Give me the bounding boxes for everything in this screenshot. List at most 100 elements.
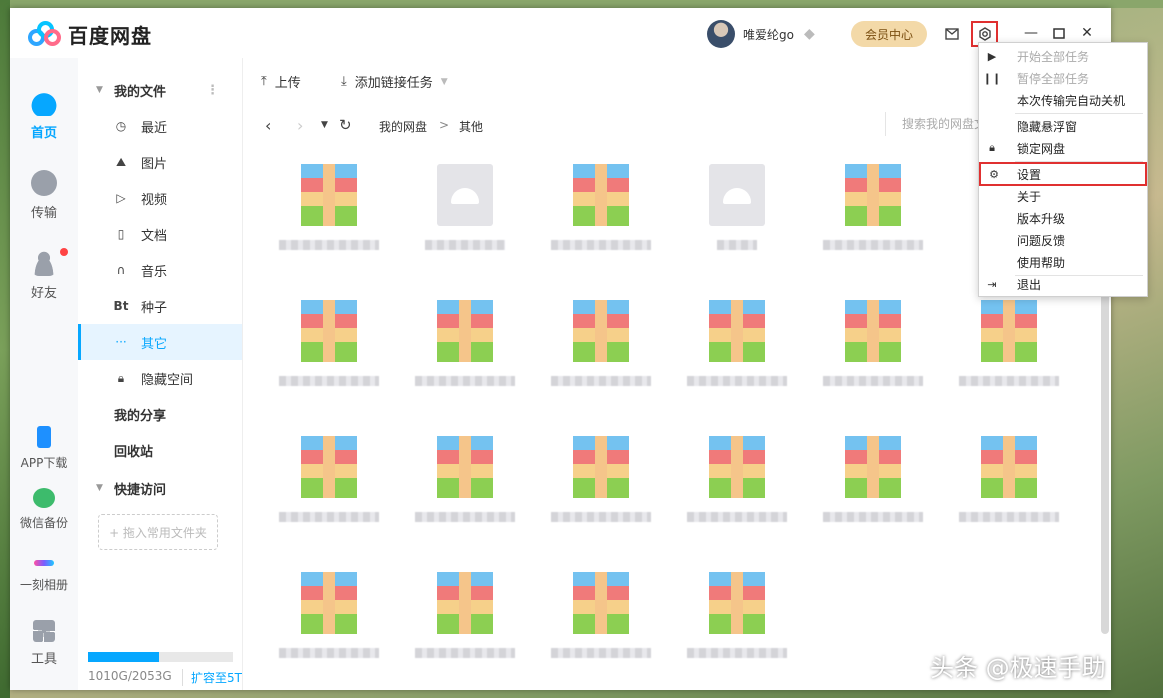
file-item[interactable] — [405, 300, 525, 420]
file-item[interactable] — [541, 164, 661, 284]
file-item[interactable] — [677, 300, 797, 420]
rail-item-album[interactable]: 一刻相册 — [10, 552, 78, 593]
sidebar-my-files[interactable]: ▼ 我的文件 ⋮ — [78, 72, 242, 108]
archive-file-icon — [573, 572, 629, 634]
storage-quota-text: 1010G/2053G — [88, 669, 172, 683]
minimize-button[interactable]: — — [1020, 22, 1042, 44]
wechat-icon — [33, 488, 55, 508]
chevron-down-icon[interactable]: ▼ — [441, 77, 448, 87]
menu-item-upgrade[interactable]: 版本升级 — [979, 207, 1147, 229]
breadcrumb-current: 其他 — [459, 120, 484, 134]
vip-center-button[interactable]: 会员中心 — [851, 21, 927, 47]
maximize-button[interactable] — [1048, 22, 1070, 44]
file-name-blurred — [551, 240, 651, 250]
file-item[interactable] — [677, 164, 797, 284]
menu-item-feedback[interactable]: 问题反馈 — [979, 229, 1147, 251]
rail-item-wechat-backup[interactable]: 微信备份 — [10, 488, 78, 531]
file-name-blurred — [279, 648, 379, 658]
archive-file-icon — [981, 436, 1037, 498]
archive-file-icon — [301, 572, 357, 634]
left-rail: 首页 传输 好友 APP下载 微信备份 一刻相册 工具 — [10, 58, 78, 690]
file-item[interactable] — [405, 436, 525, 556]
file-item[interactable] — [405, 164, 525, 284]
file-item[interactable] — [541, 300, 661, 420]
file-name-blurred — [415, 376, 515, 386]
menu-item-auto-shutdown[interactable]: 本次传输完自动关机 — [979, 89, 1147, 111]
close-button[interactable]: ✕ — [1076, 22, 1098, 44]
sidebar-quick-access[interactable]: ▼ 快捷访问 — [78, 470, 242, 506]
user-profile[interactable]: 唯爱纶go ◆ — [707, 20, 815, 48]
sidebar-item-music[interactable]: ∩ 音乐 — [78, 252, 242, 288]
diamond-icon: ◆ — [803, 26, 815, 42]
more-icon[interactable]: ⋮ — [206, 83, 219, 98]
rail-item-app-download[interactable]: APP下载 — [10, 426, 78, 471]
phone-icon — [37, 426, 51, 448]
sidebar-recycle-bin[interactable]: 回收站 — [78, 432, 242, 468]
archive-file-icon — [573, 164, 629, 226]
menu-item-lock-netdisk[interactable]: 🔒︎ 锁定网盘 — [979, 137, 1147, 159]
sidebar-item-torrents[interactable]: Bt 种子 — [78, 288, 242, 324]
baidu-netdisk-logo-icon — [28, 20, 62, 49]
file-item[interactable] — [269, 164, 389, 284]
refresh-icon[interactable]: ↻ — [339, 116, 352, 134]
add-common-folder-dropzone[interactable]: + 拖入常用文件夹 — [98, 514, 218, 550]
menu-item-about[interactable]: 关于 — [979, 185, 1147, 207]
back-arrow-icon[interactable]: ‹ — [265, 116, 271, 135]
file-item[interactable] — [541, 436, 661, 556]
storage-quota-bar — [88, 652, 233, 662]
sidebar-my-share[interactable]: 我的分享 — [78, 396, 242, 432]
rail-item-transfer[interactable]: 传输 — [10, 170, 78, 221]
title-bar: 百度网盘 唯爱纶go ◆ 会员中心 — ✕ — [10, 8, 1111, 58]
upload-button[interactable]: ⤒ 上传 — [261, 72, 301, 91]
app-logo: 百度网盘 — [28, 20, 152, 49]
sidebar-item-recent[interactable]: ◷ 最近 — [78, 108, 242, 144]
menu-item-help[interactable]: 使用帮助 — [979, 251, 1147, 273]
file-name-blurred — [551, 648, 651, 658]
avatar[interactable] — [707, 20, 735, 48]
file-item[interactable] — [813, 164, 933, 284]
headphones-icon: ∩ — [116, 263, 126, 277]
file-name-blurred — [415, 512, 515, 522]
file-name-blurred — [717, 240, 757, 250]
notification-dot — [60, 248, 68, 256]
file-item[interactable] — [269, 436, 389, 556]
file-item[interactable] — [541, 572, 661, 690]
sidebar-item-video[interactable]: ▷ 视频 — [78, 180, 242, 216]
file-item[interactable] — [813, 436, 933, 556]
sidebar-item-docs[interactable]: ▯ 文档 — [78, 216, 242, 252]
file-item[interactable] — [949, 436, 1069, 556]
gear-icon: ⚙ — [989, 167, 999, 181]
rail-item-friends[interactable]: 好友 — [10, 248, 78, 301]
sidebar-item-images[interactable]: ⛰ 图片 — [78, 144, 242, 180]
menu-item-start-all[interactable]: ▶ 开始全部任务 — [979, 45, 1147, 67]
file-name-blurred — [823, 376, 923, 386]
file-name-blurred — [823, 240, 923, 250]
history-dropdown-icon[interactable]: ▼ — [321, 120, 328, 130]
file-item[interactable] — [677, 572, 797, 690]
lock-icon: 🔒︎ — [989, 141, 995, 154]
file-name-blurred — [279, 240, 379, 250]
file-item[interactable] — [405, 572, 525, 690]
menu-item-pause-all[interactable]: ❙❙ 暂停全部任务 — [979, 67, 1147, 89]
rail-item-home[interactable]: 首页 — [10, 90, 78, 141]
sidebar-item-hidden-space[interactable]: 🔒︎ 隐藏空间 — [78, 360, 242, 396]
lock-icon: 🔒︎ — [117, 370, 125, 385]
file-item[interactable] — [949, 300, 1069, 420]
rail-item-tools[interactable]: 工具 — [10, 620, 78, 667]
file-name-blurred — [959, 512, 1059, 522]
menu-item-exit[interactable]: ⇥ 退出 — [979, 273, 1147, 295]
menu-item-hide-float-window[interactable]: 隐藏悬浮窗 — [979, 115, 1147, 137]
forward-arrow-icon[interactable]: › — [297, 116, 303, 135]
breadcrumb-root[interactable]: 我的网盘 — [379, 118, 427, 135]
file-item[interactable] — [269, 572, 389, 690]
mail-icon[interactable] — [941, 23, 963, 45]
file-item[interactable] — [269, 300, 389, 420]
sidebar-item-other[interactable]: ··· 其它 — [78, 324, 242, 360]
add-link-task-button[interactable]: ⤓ 添加链接任务 ▼ — [341, 72, 448, 91]
expand-storage-link[interactable]: 扩容至5T — [182, 669, 242, 686]
file-item[interactable] — [677, 436, 797, 556]
file-item[interactable] — [813, 300, 933, 420]
file-name-blurred — [425, 240, 505, 250]
archive-file-icon — [301, 300, 357, 362]
menu-item-settings[interactable]: ⚙ 设置 — [979, 162, 1147, 186]
